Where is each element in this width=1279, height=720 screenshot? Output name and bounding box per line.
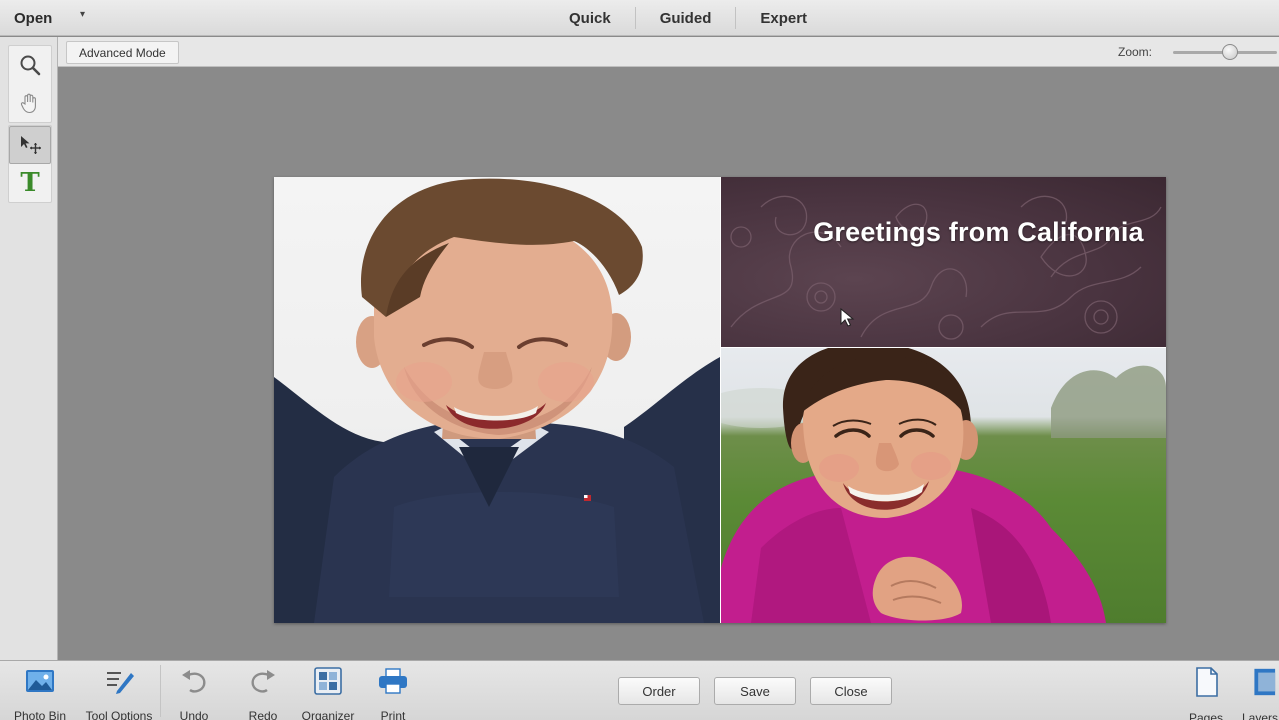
type-tool[interactable]: T [9,164,51,202]
advanced-mode-tab[interactable]: Advanced Mode [66,41,179,64]
zoom-slider-thumb[interactable] [1222,44,1239,60]
options-bar: Advanced Mode Zoom: [58,37,1279,67]
hand-icon [20,93,36,114]
redo-label: Redo [248,709,278,720]
close-button[interactable]: Close [810,677,892,705]
order-button[interactable]: Order [618,677,700,705]
tab-expert[interactable]: Expert [736,4,831,32]
open-dropdown-arrow-icon[interactable]: ▾ [80,9,85,20]
move-tool[interactable] [9,126,51,164]
organizer-icon [314,667,342,695]
tab-guided[interactable]: Guided [636,4,736,32]
save-button[interactable]: Save [714,677,796,705]
tool-options-button[interactable]: Tool Options [83,667,155,720]
floral-pattern-image [730,195,1162,340]
move-icon [21,136,41,154]
print-label: Print [380,709,406,720]
undo-icon [182,670,206,693]
redo-button[interactable]: Redo [227,667,299,720]
redo-icon [251,670,275,693]
undo-button[interactable]: Undo [158,667,230,720]
tool-options-icon [107,672,134,694]
photo-bin-button[interactable]: Photo Bin [4,667,76,720]
boy-photo-image [274,178,720,623]
greeting-banner[interactable]: Greetings from California [721,177,1166,347]
tool-options-label: Tool Options [85,709,153,720]
organizer-button[interactable]: Organizer [292,667,364,720]
banner-title[interactable]: Greetings from California [721,217,1166,248]
zoom-icon [20,55,41,76]
undo-label: Undo [179,709,209,720]
girl-photo-image [721,348,1166,623]
pages-label: Pages [1188,711,1224,720]
tab-quick[interactable]: Quick [545,4,635,32]
print-icon [379,668,407,694]
tool-group-select: T [8,125,52,203]
top-menu-bar: Open ▾ Quick Guided Expert [0,0,1279,36]
mode-switcher: Quick Guided Expert [545,4,831,32]
photo-girl[interactable] [721,348,1166,623]
toolbox: T [0,37,58,660]
document-canvas[interactable]: Greetings from California [274,177,1166,623]
photo-bin-icon [26,670,54,692]
open-button[interactable]: Open [14,7,52,29]
zoom-tool[interactable] [9,46,51,84]
zoom-label: Zoom: [1118,45,1153,59]
mouse-cursor-icon [840,307,855,327]
layers-icon [1254,668,1276,696]
pages-icon [1196,667,1218,697]
bottom-panel: Photo Bin Tool Options Undo Redo Organiz… [0,660,1279,720]
type-icon: T [20,168,40,198]
layers-label: Layers [1242,711,1279,720]
layers-button[interactable]: Layers [1228,667,1279,720]
hand-tool[interactable] [9,84,51,122]
photo-bin-label: Photo Bin [13,709,67,720]
photo-boy[interactable] [274,177,720,623]
tool-group-view [8,45,52,123]
print-button[interactable]: Print [357,667,429,720]
open-label: Open [14,9,53,27]
organizer-label: Organizer [301,709,355,720]
